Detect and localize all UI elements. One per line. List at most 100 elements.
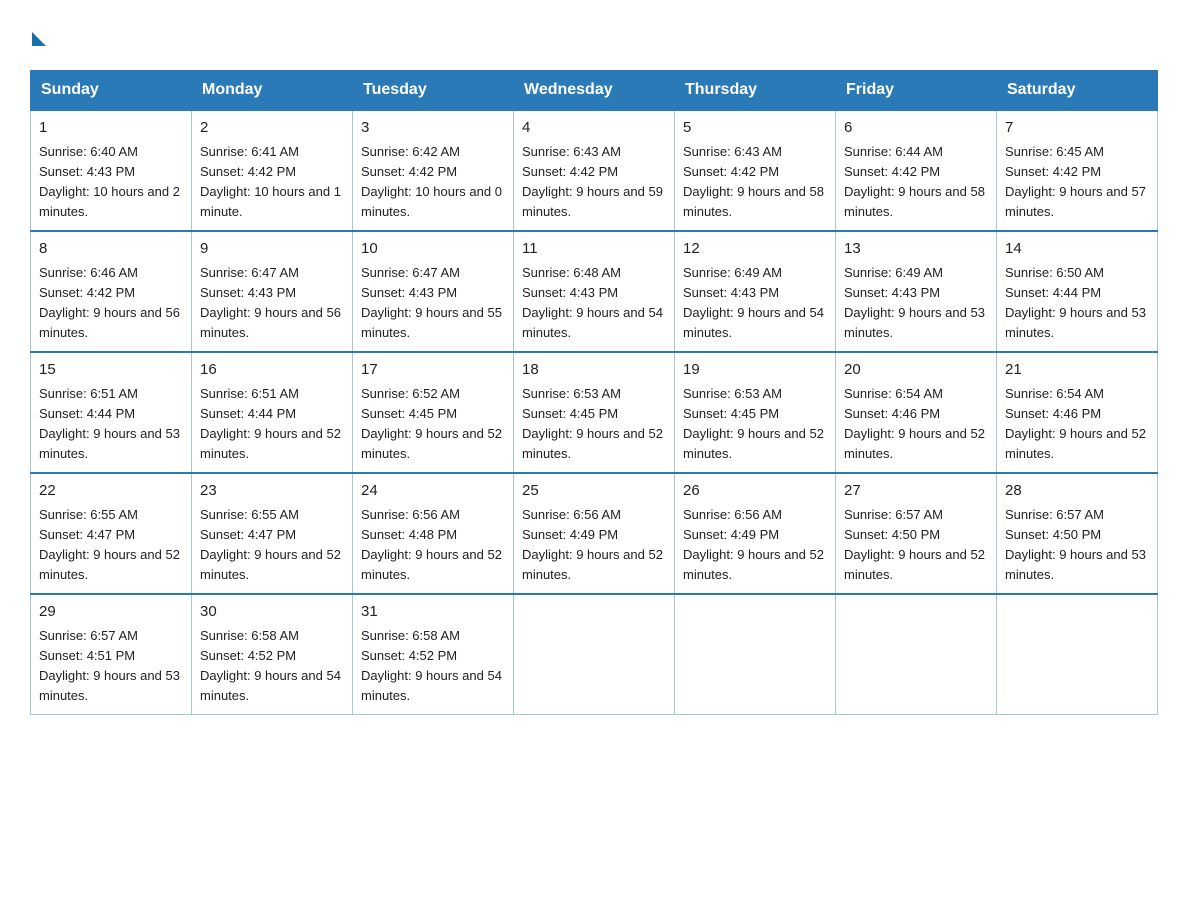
calendar-cell: 26 Sunrise: 6:56 AMSunset: 4:49 PMDayligh…	[675, 473, 836, 594]
calendar-header-row: SundayMondayTuesdayWednesdayThursdayFrid…	[31, 71, 1158, 111]
day-number: 10	[361, 238, 505, 261]
day-number: 7	[1005, 117, 1149, 140]
day-number: 15	[39, 359, 183, 382]
day-info: Sunrise: 6:56 AMSunset: 4:49 PMDaylight:…	[683, 507, 824, 582]
day-number: 16	[200, 359, 344, 382]
day-number: 31	[361, 601, 505, 624]
day-info: Sunrise: 6:49 AMSunset: 4:43 PMDaylight:…	[683, 265, 824, 340]
calendar-cell: 31 Sunrise: 6:58 AMSunset: 4:52 PMDayligh…	[353, 594, 514, 715]
logo	[30, 28, 46, 60]
day-of-week-header: Thursday	[675, 71, 836, 111]
day-number: 2	[200, 117, 344, 140]
day-info: Sunrise: 6:53 AMSunset: 4:45 PMDaylight:…	[683, 386, 824, 461]
day-number: 21	[1005, 359, 1149, 382]
calendar-cell: 9 Sunrise: 6:47 AMSunset: 4:43 PMDaylight…	[192, 231, 353, 352]
day-number: 28	[1005, 480, 1149, 503]
calendar-cell: 13Sunrise: 6:49 AMSunset: 4:43 PMDayligh…	[836, 231, 997, 352]
calendar-cell: 23 Sunrise: 6:55 AMSunset: 4:47 PMDayligh…	[192, 473, 353, 594]
calendar-cell: 24 Sunrise: 6:56 AMSunset: 4:48 PMDayligh…	[353, 473, 514, 594]
calendar-cell: 17Sunrise: 6:52 AMSunset: 4:45 PMDayligh…	[353, 352, 514, 473]
calendar-cell: 18Sunrise: 6:53 AMSunset: 4:45 PMDayligh…	[514, 352, 675, 473]
day-number: 3	[361, 117, 505, 140]
calendar-week-row: 29 Sunrise: 6:57 AMSunset: 4:51 PMDayligh…	[31, 594, 1158, 715]
day-number: 13	[844, 238, 988, 261]
day-of-week-header: Friday	[836, 71, 997, 111]
day-info: Sunrise: 6:51 AMSunset: 4:44 PMDaylight:…	[39, 386, 180, 461]
calendar-cell: 29 Sunrise: 6:57 AMSunset: 4:51 PMDayligh…	[31, 594, 192, 715]
calendar-cell: 11 Sunrise: 6:48 AMSunset: 4:43 PMDayligh…	[514, 231, 675, 352]
calendar-cell: 6Sunrise: 6:44 AMSunset: 4:42 PMDaylight…	[836, 110, 997, 231]
day-info: Sunrise: 6:51 AMSunset: 4:44 PMDaylight:…	[200, 386, 341, 461]
day-of-week-header: Monday	[192, 71, 353, 111]
day-info: Sunrise: 6:47 AMSunset: 4:43 PMDaylight:…	[361, 265, 502, 340]
calendar-cell: 30 Sunrise: 6:58 AMSunset: 4:52 PMDayligh…	[192, 594, 353, 715]
day-of-week-header: Tuesday	[353, 71, 514, 111]
day-number: 5	[683, 117, 827, 140]
day-info: Sunrise: 6:48 AMSunset: 4:43 PMDaylight:…	[522, 265, 663, 340]
day-info: Sunrise: 6:50 AMSunset: 4:44 PMDaylight:…	[1005, 265, 1146, 340]
day-info: Sunrise: 6:53 AMSunset: 4:45 PMDaylight:…	[522, 386, 663, 461]
day-info: Sunrise: 6:58 AMSunset: 4:52 PMDaylight:…	[200, 628, 341, 703]
day-info: Sunrise: 6:56 AMSunset: 4:49 PMDaylight:…	[522, 507, 663, 582]
page-header	[30, 20, 1158, 60]
day-number: 20	[844, 359, 988, 382]
day-number: 25	[522, 480, 666, 503]
day-info: Sunrise: 6:47 AMSunset: 4:43 PMDaylight:…	[200, 265, 341, 340]
day-info: Sunrise: 6:58 AMSunset: 4:52 PMDaylight:…	[361, 628, 502, 703]
logo-arrow-icon	[32, 32, 46, 46]
calendar-cell: 28 Sunrise: 6:57 AMSunset: 4:50 PMDayligh…	[997, 473, 1158, 594]
day-number: 14	[1005, 238, 1149, 261]
calendar-cell: 19Sunrise: 6:53 AMSunset: 4:45 PMDayligh…	[675, 352, 836, 473]
day-info: Sunrise: 6:57 AMSunset: 4:50 PMDaylight:…	[844, 507, 985, 582]
day-number: 24	[361, 480, 505, 503]
day-info: Sunrise: 6:56 AMSunset: 4:48 PMDaylight:…	[361, 507, 502, 582]
day-number: 29	[39, 601, 183, 624]
day-of-week-header: Sunday	[31, 71, 192, 111]
calendar-cell: 7 Sunrise: 6:45 AMSunset: 4:42 PMDaylight…	[997, 110, 1158, 231]
calendar-cell	[675, 594, 836, 715]
day-number: 4	[522, 117, 666, 140]
day-info: Sunrise: 6:57 AMSunset: 4:50 PMDaylight:…	[1005, 507, 1146, 582]
calendar-cell: 3 Sunrise: 6:42 AMSunset: 4:42 PMDaylight…	[353, 110, 514, 231]
calendar-week-row: 22 Sunrise: 6:55 AMSunset: 4:47 PMDayligh…	[31, 473, 1158, 594]
calendar-cell: 5 Sunrise: 6:43 AMSunset: 4:42 PMDaylight…	[675, 110, 836, 231]
calendar-week-row: 1Sunrise: 6:40 AMSunset: 4:43 PMDaylight…	[31, 110, 1158, 231]
day-info: Sunrise: 6:54 AMSunset: 4:46 PMDaylight:…	[1005, 386, 1146, 461]
calendar-cell: 21 Sunrise: 6:54 AMSunset: 4:46 PMDayligh…	[997, 352, 1158, 473]
calendar-cell: 22 Sunrise: 6:55 AMSunset: 4:47 PMDayligh…	[31, 473, 192, 594]
day-number: 9	[200, 238, 344, 261]
day-number: 11	[522, 238, 666, 261]
day-number: 27	[844, 480, 988, 503]
day-number: 30	[200, 601, 344, 624]
calendar-cell: 25 Sunrise: 6:56 AMSunset: 4:49 PMDayligh…	[514, 473, 675, 594]
calendar-cell: 4 Sunrise: 6:43 AMSunset: 4:42 PMDaylight…	[514, 110, 675, 231]
day-info: Sunrise: 6:43 AMSunset: 4:42 PMDaylight:…	[683, 144, 824, 219]
day-number: 12	[683, 238, 827, 261]
calendar-table: SundayMondayTuesdayWednesdayThursdayFrid…	[30, 70, 1158, 715]
calendar-cell	[514, 594, 675, 715]
calendar-cell: 8Sunrise: 6:46 AMSunset: 4:42 PMDaylight…	[31, 231, 192, 352]
calendar-cell: 16 Sunrise: 6:51 AMSunset: 4:44 PMDayligh…	[192, 352, 353, 473]
day-info: Sunrise: 6:55 AMSunset: 4:47 PMDaylight:…	[200, 507, 341, 582]
calendar-cell: 15 Sunrise: 6:51 AMSunset: 4:44 PMDayligh…	[31, 352, 192, 473]
day-info: Sunrise: 6:45 AMSunset: 4:42 PMDaylight:…	[1005, 144, 1146, 219]
calendar-cell: 27 Sunrise: 6:57 AMSunset: 4:50 PMDayligh…	[836, 473, 997, 594]
day-info: Sunrise: 6:41 AMSunset: 4:42 PMDaylight:…	[200, 144, 341, 219]
day-info: Sunrise: 6:46 AMSunset: 4:42 PMDaylight:…	[39, 265, 180, 340]
day-of-week-header: Saturday	[997, 71, 1158, 111]
day-number: 6	[844, 117, 988, 140]
calendar-week-row: 15 Sunrise: 6:51 AMSunset: 4:44 PMDayligh…	[31, 352, 1158, 473]
day-number: 23	[200, 480, 344, 503]
day-info: Sunrise: 6:42 AMSunset: 4:42 PMDaylight:…	[361, 144, 502, 219]
calendar-cell: 10 Sunrise: 6:47 AMSunset: 4:43 PMDayligh…	[353, 231, 514, 352]
calendar-cell: 2 Sunrise: 6:41 AMSunset: 4:42 PMDaylight…	[192, 110, 353, 231]
day-number: 26	[683, 480, 827, 503]
day-info: Sunrise: 6:55 AMSunset: 4:47 PMDaylight:…	[39, 507, 180, 582]
day-number: 1	[39, 117, 183, 140]
calendar-cell	[836, 594, 997, 715]
calendar-week-row: 8Sunrise: 6:46 AMSunset: 4:42 PMDaylight…	[31, 231, 1158, 352]
day-of-week-header: Wednesday	[514, 71, 675, 111]
day-number: 22	[39, 480, 183, 503]
day-info: Sunrise: 6:57 AMSunset: 4:51 PMDaylight:…	[39, 628, 180, 703]
day-info: Sunrise: 6:43 AMSunset: 4:42 PMDaylight:…	[522, 144, 663, 219]
